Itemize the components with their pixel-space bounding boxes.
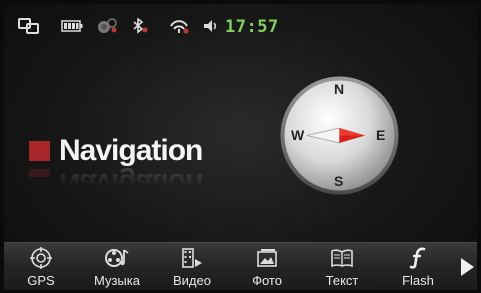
menu-label-text: Текст	[325, 273, 359, 288]
menu-label-flash: Flash	[402, 273, 434, 288]
gps-target-icon	[30, 247, 52, 269]
flash-icon	[409, 247, 426, 269]
compass-south: S	[334, 173, 344, 189]
menu-label-video: Видео	[173, 273, 211, 288]
screen-sync-icon[interactable]	[18, 18, 40, 34]
menu-item-text[interactable]: Текст	[313, 243, 371, 290]
gps-off-icon[interactable]	[95, 18, 119, 34]
book-icon	[331, 249, 353, 268]
speaker-icon[interactable]	[202, 18, 220, 34]
menu-label-photo: Фото	[252, 273, 282, 288]
title-bullet-reflection	[29, 169, 50, 177]
menu-label-gps: GPS	[27, 273, 55, 288]
video-icon	[182, 248, 202, 268]
compass-button[interactable]: N E S W	[279, 75, 400, 196]
menu-item-gps[interactable]: GPS	[15, 243, 67, 290]
battery-icon[interactable]	[61, 18, 83, 34]
menu-item-video[interactable]: Видео	[164, 243, 220, 290]
title-bullet	[29, 141, 50, 161]
compass-east: E	[376, 127, 386, 143]
menu-item-music[interactable]: Музыка	[84, 243, 150, 290]
menu-item-photo[interactable]: Фото	[240, 243, 294, 290]
status-bar: 17:57	[4, 4, 477, 48]
bottom-menu-bar: GPS Музыка Видео Фото Текст Flash	[4, 242, 477, 290]
clock-time: 17:57	[225, 17, 279, 37]
compass-north: N	[334, 81, 345, 97]
arrow-right-icon[interactable]	[458, 256, 476, 278]
compass-west: W	[291, 127, 305, 143]
bluetooth-off-icon[interactable]	[130, 18, 150, 34]
menu-label-music: Музыка	[94, 273, 140, 288]
device-screen: 17:57 Navigation Navigation N E S W GPS …	[4, 4, 477, 290]
photo-icon	[257, 249, 277, 267]
music-icon	[105, 249, 129, 267]
page-title[interactable]: Navigation	[59, 134, 203, 168]
title-reflection: Navigation	[59, 167, 203, 200]
menu-item-flash[interactable]: Flash	[393, 243, 443, 290]
wifi-off-icon[interactable]	[169, 18, 191, 34]
